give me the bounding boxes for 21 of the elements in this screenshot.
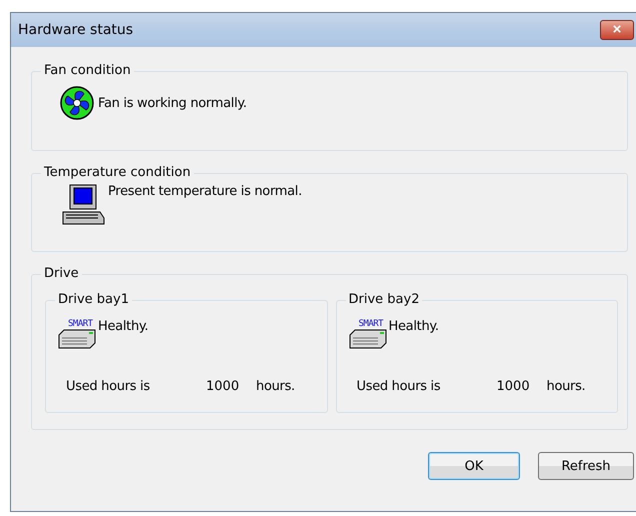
dialog-button[interactable]: OK [428,452,520,480]
group-title: Drive bay2 [346,291,422,309]
hours-unit: hours. [546,379,586,394]
icon-label: SMART [68,319,93,330]
drive-icon [58,329,96,349]
hours-value: 1000 [496,379,531,394]
drive-icon [348,329,386,349]
status-text: Healthy. [388,319,439,334]
hours-label: Used hours is [66,379,151,394]
dialog-button[interactable]: Refresh [538,452,634,480]
hours-label: Used hours is [356,379,442,394]
group-title: Temperature condition [41,164,194,182]
group-title: Drive bay1 [55,291,132,309]
window-title: Hardware status [18,22,134,38]
hours-unit: hours. [256,379,295,394]
hours-value: 1000 [206,379,240,394]
status-text: Fan is working normally. [98,96,247,110]
fan-icon [60,86,94,120]
status-text: Healthy. [98,319,148,334]
status-text: Present temperature is normal. [108,184,302,199]
icon-label: SMART [358,319,384,330]
